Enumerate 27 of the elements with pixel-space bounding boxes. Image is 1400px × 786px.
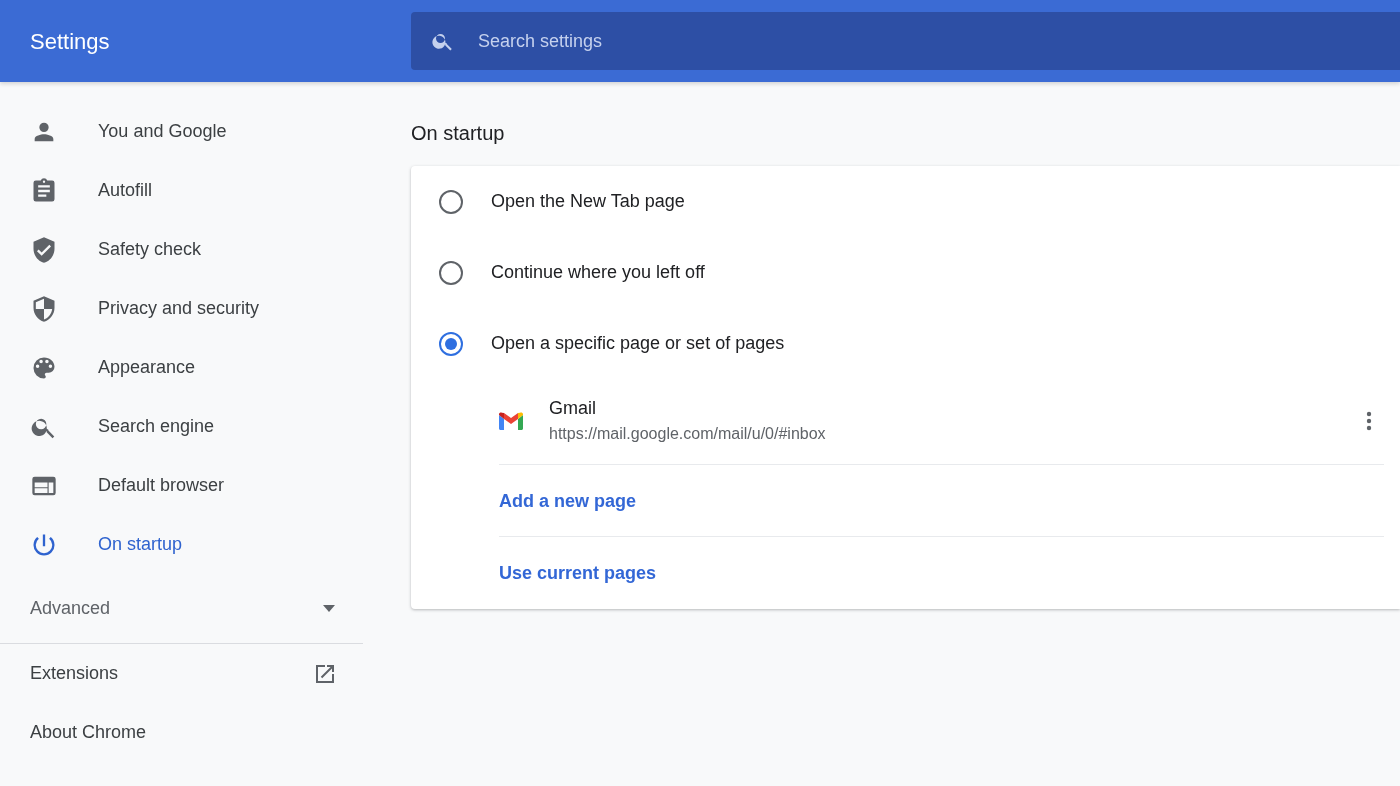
sidebar-item[interactable]: On startup (0, 515, 363, 574)
sidebar-item[interactable]: Autofill (0, 161, 363, 220)
page-url: https://mail.google.com/mail/u/0/#inbox (549, 424, 827, 444)
radio-button[interactable] (439, 260, 463, 285)
sidebar-item[interactable]: You and Google (0, 102, 363, 161)
caret-icon (323, 605, 335, 612)
radio-option[interactable]: Continue where you left off (439, 237, 1384, 308)
text-link[interactable]: Use current pages (499, 563, 657, 583)
advanced-toggle[interactable]: Advanced (0, 574, 363, 644)
sidebar-item[interactable]: Default browser (0, 456, 363, 515)
sidebar-item[interactable]: Safety check (0, 220, 363, 279)
sidebar-item[interactable]: Search engine (0, 397, 363, 456)
search-field[interactable]: Search settings (411, 12, 1400, 70)
sidebar-item[interactable]: Appearance (0, 338, 363, 397)
radio-button[interactable] (439, 331, 463, 356)
radio-option[interactable]: Open the New Tab page (439, 166, 1384, 237)
settings-title: Settings (30, 28, 110, 54)
radio-button[interactable] (439, 189, 463, 214)
sidebar-item[interactable]: Privacy and security (0, 279, 363, 338)
more-options-icon[interactable] (1366, 410, 1372, 431)
page-title: Gmail (549, 397, 597, 420)
mail-icon (499, 411, 523, 430)
section-title: On startup (411, 121, 506, 146)
sidebar-link[interactable]: About Chrome (0, 703, 363, 762)
text-link[interactable]: Add a new page (499, 491, 637, 511)
sidebar-link[interactable]: Extensions (0, 644, 363, 703)
radio-option[interactable]: Open a specific page or set of pages (439, 308, 1384, 379)
